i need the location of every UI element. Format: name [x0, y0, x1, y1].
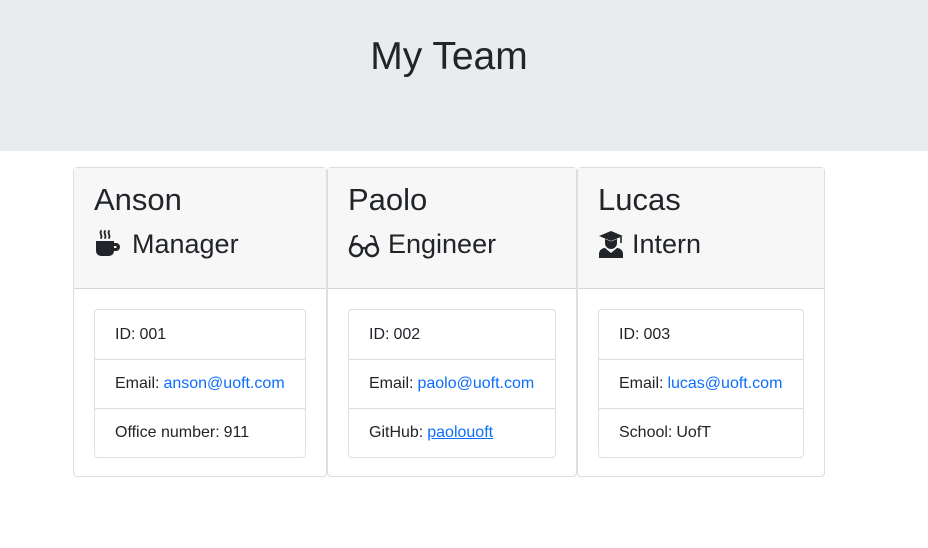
office-number-item: Office number: 911 [95, 408, 305, 457]
employee-role: Engineer [348, 228, 576, 260]
engineer-card: Paolo Engineer ID: 002 Email: paolo@uoft… [327, 167, 577, 477]
glasses-icon [348, 229, 380, 259]
page-title: My Team [370, 35, 528, 78]
jumbotron-header: My Team [0, 0, 928, 151]
details-list: ID: 002 Email: paolo@uoft.com GitHub: pa… [348, 309, 556, 458]
employee-role: Manager [94, 228, 326, 260]
employee-name: Paolo [348, 182, 428, 217]
employee-name: Anson [94, 182, 182, 217]
card-header: Paolo Engineer [328, 168, 576, 289]
graduate-icon [598, 229, 624, 259]
school-item: School: UofT [599, 408, 803, 457]
id-label: ID: [619, 325, 640, 343]
github-link[interactable]: paolouoft [427, 424, 493, 442]
email-link[interactable]: anson@uoft.com [163, 375, 284, 393]
school-value: UofT [676, 424, 712, 441]
id-item: ID: 001 [95, 310, 305, 359]
card-body: ID: 003 Email: lucas@uoft.com School: Uo… [578, 289, 824, 478]
role-label: Intern [632, 229, 702, 259]
email-item: Email: anson@uoft.com [95, 359, 305, 408]
school-label: School: [619, 424, 673, 441]
manager-card: Anson Manager ID: 001 Email: anson@uoft.… [73, 167, 327, 477]
id-value: 001 [139, 325, 167, 343]
office-number-label: Office number: [115, 424, 220, 441]
office-number-value: 911 [223, 424, 250, 441]
details-list: ID: 003 Email: lucas@uoft.com School: Uo… [598, 309, 804, 458]
card-body: ID: 002 Email: paolo@uoft.com GitHub: pa… [328, 289, 576, 478]
id-item: ID: 002 [349, 310, 555, 359]
email-item: Email: paolo@uoft.com [349, 359, 555, 408]
card-header: Lucas Intern [578, 168, 824, 289]
id-label: ID: [115, 325, 136, 343]
id-item: ID: 003 [599, 310, 803, 359]
id-value: 003 [643, 325, 671, 343]
card-header: Anson Manager [74, 168, 326, 289]
email-label: Email: [619, 375, 664, 392]
email-link[interactable]: lucas@uoft.com [667, 375, 782, 393]
details-list: ID: 001 Email: anson@uoft.com Office num… [94, 309, 306, 458]
employee-name: Lucas [598, 182, 681, 217]
github-item: GitHub: paolouoft [349, 408, 555, 457]
id-label: ID: [369, 325, 390, 343]
role-label: Manager [132, 229, 239, 259]
intern-card: Lucas Intern ID: 003 Email: lucas@uoft.c… [577, 167, 825, 477]
role-label: Engineer [388, 229, 497, 259]
github-label: GitHub: [369, 424, 424, 441]
email-label: Email: [369, 375, 414, 392]
card-body: ID: 001 Email: anson@uoft.com Office num… [74, 289, 326, 478]
email-label: Email: [115, 375, 160, 392]
coffee-icon [94, 229, 124, 259]
employee-role: Intern [598, 228, 824, 260]
id-value: 002 [393, 325, 421, 343]
email-item: Email: lucas@uoft.com [599, 359, 803, 408]
email-link[interactable]: paolo@uoft.com [417, 375, 534, 393]
